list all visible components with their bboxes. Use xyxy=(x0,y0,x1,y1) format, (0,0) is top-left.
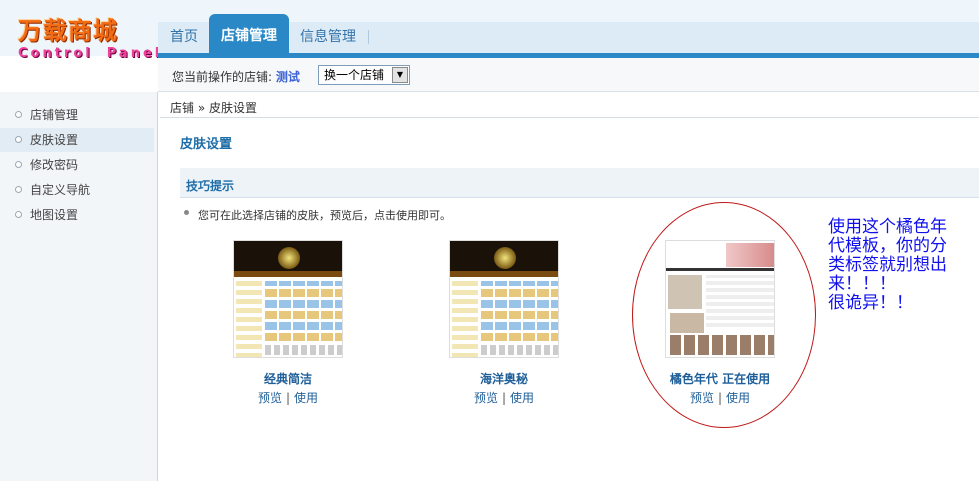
annotation-circle xyxy=(632,202,816,428)
tab-info-management[interactable]: 信息管理 xyxy=(290,22,366,54)
tips-bar: 技巧提示 xyxy=(180,168,979,198)
use-link[interactable]: 使用 xyxy=(510,391,534,405)
sidebar: 店铺管理 皮肤设置 修改密码 自定义导航 地图设置 xyxy=(0,92,158,481)
sidebar-item-custom-nav[interactable]: 自定义导航 xyxy=(0,178,154,202)
use-link[interactable]: 使用 xyxy=(294,391,318,405)
skin-actions: 预览 | 使用 xyxy=(473,391,535,405)
annotation-line: 代模板，你的分 xyxy=(828,236,947,256)
breadcrumb-divider xyxy=(160,117,979,118)
tips-text: 您可在此选择店铺的皮肤，预览后，点击使用即可。 xyxy=(198,209,451,222)
tab-home[interactable]: 首页 xyxy=(160,22,208,54)
annotation-line: 来！！！ xyxy=(828,274,896,294)
tips-title: 技巧提示 xyxy=(186,179,235,193)
annotation-line: 类标签就别想出 xyxy=(828,255,947,275)
tab-shop-management[interactable]: 店铺管理 xyxy=(209,14,289,54)
switch-shop-select[interactable]: 换一个店铺 ▼ xyxy=(318,65,410,85)
preview-link[interactable]: 预览 xyxy=(258,391,282,405)
annotation-line: 使用这个橘色年 xyxy=(828,217,947,237)
circle-bullet-icon xyxy=(15,161,22,168)
sidebar-item-skin-settings[interactable]: 皮肤设置 xyxy=(0,128,154,152)
current-shop-name[interactable]: 测试 xyxy=(276,70,300,84)
annotation-note: 使用这个橘色年 代模板，你的分 类标签就别想出 来！！！ 很诡异！！ xyxy=(828,218,978,313)
skin-actions: 预览 | 使用 xyxy=(257,391,319,405)
sidebar-item-shop-management[interactable]: 店铺管理 xyxy=(0,103,154,127)
skin-card-ocean: 海洋奥秘 预览 | 使用 xyxy=(414,240,594,406)
circle-bullet-icon xyxy=(15,186,22,193)
chevron-down-icon[interactable]: ▼ xyxy=(392,67,408,83)
circle-bullet-icon xyxy=(15,136,22,143)
skin-thumbnail[interactable] xyxy=(233,240,343,358)
skin-name: 经典简洁 xyxy=(263,372,312,386)
sidebar-item-change-password[interactable]: 修改密码 xyxy=(0,153,154,177)
breadcrumb: 店铺 » 皮肤设置 xyxy=(170,101,257,115)
nav-divider xyxy=(368,30,369,44)
circle-bullet-icon xyxy=(15,211,22,218)
sidebar-item-map-settings[interactable]: 地图设置 xyxy=(0,203,154,227)
skin-thumbnail[interactable] xyxy=(449,240,559,358)
logo-title: 万载商城 xyxy=(18,16,118,45)
annotation-line: 很诡异！！ xyxy=(828,293,913,313)
current-shop-label: 您当前操作的店铺: 测试 xyxy=(172,70,300,84)
skin-name: 海洋奥秘 xyxy=(479,372,528,386)
switch-shop-select-value: 换一个店铺 xyxy=(324,68,385,82)
bullet-icon xyxy=(184,210,189,215)
circle-bullet-icon xyxy=(15,111,22,118)
skin-card-classic: 经典简洁 预览 | 使用 xyxy=(198,240,378,406)
logo-subtitle: Control Panel xyxy=(18,46,163,61)
page-title: 皮肤设置 xyxy=(180,137,233,152)
preview-link[interactable]: 预览 xyxy=(474,391,498,405)
logo[interactable]: 万载商城 Control Panel xyxy=(18,16,163,72)
current-shop-bar: 您当前操作的店铺: 测试 换一个店铺 ▼ xyxy=(158,58,979,92)
